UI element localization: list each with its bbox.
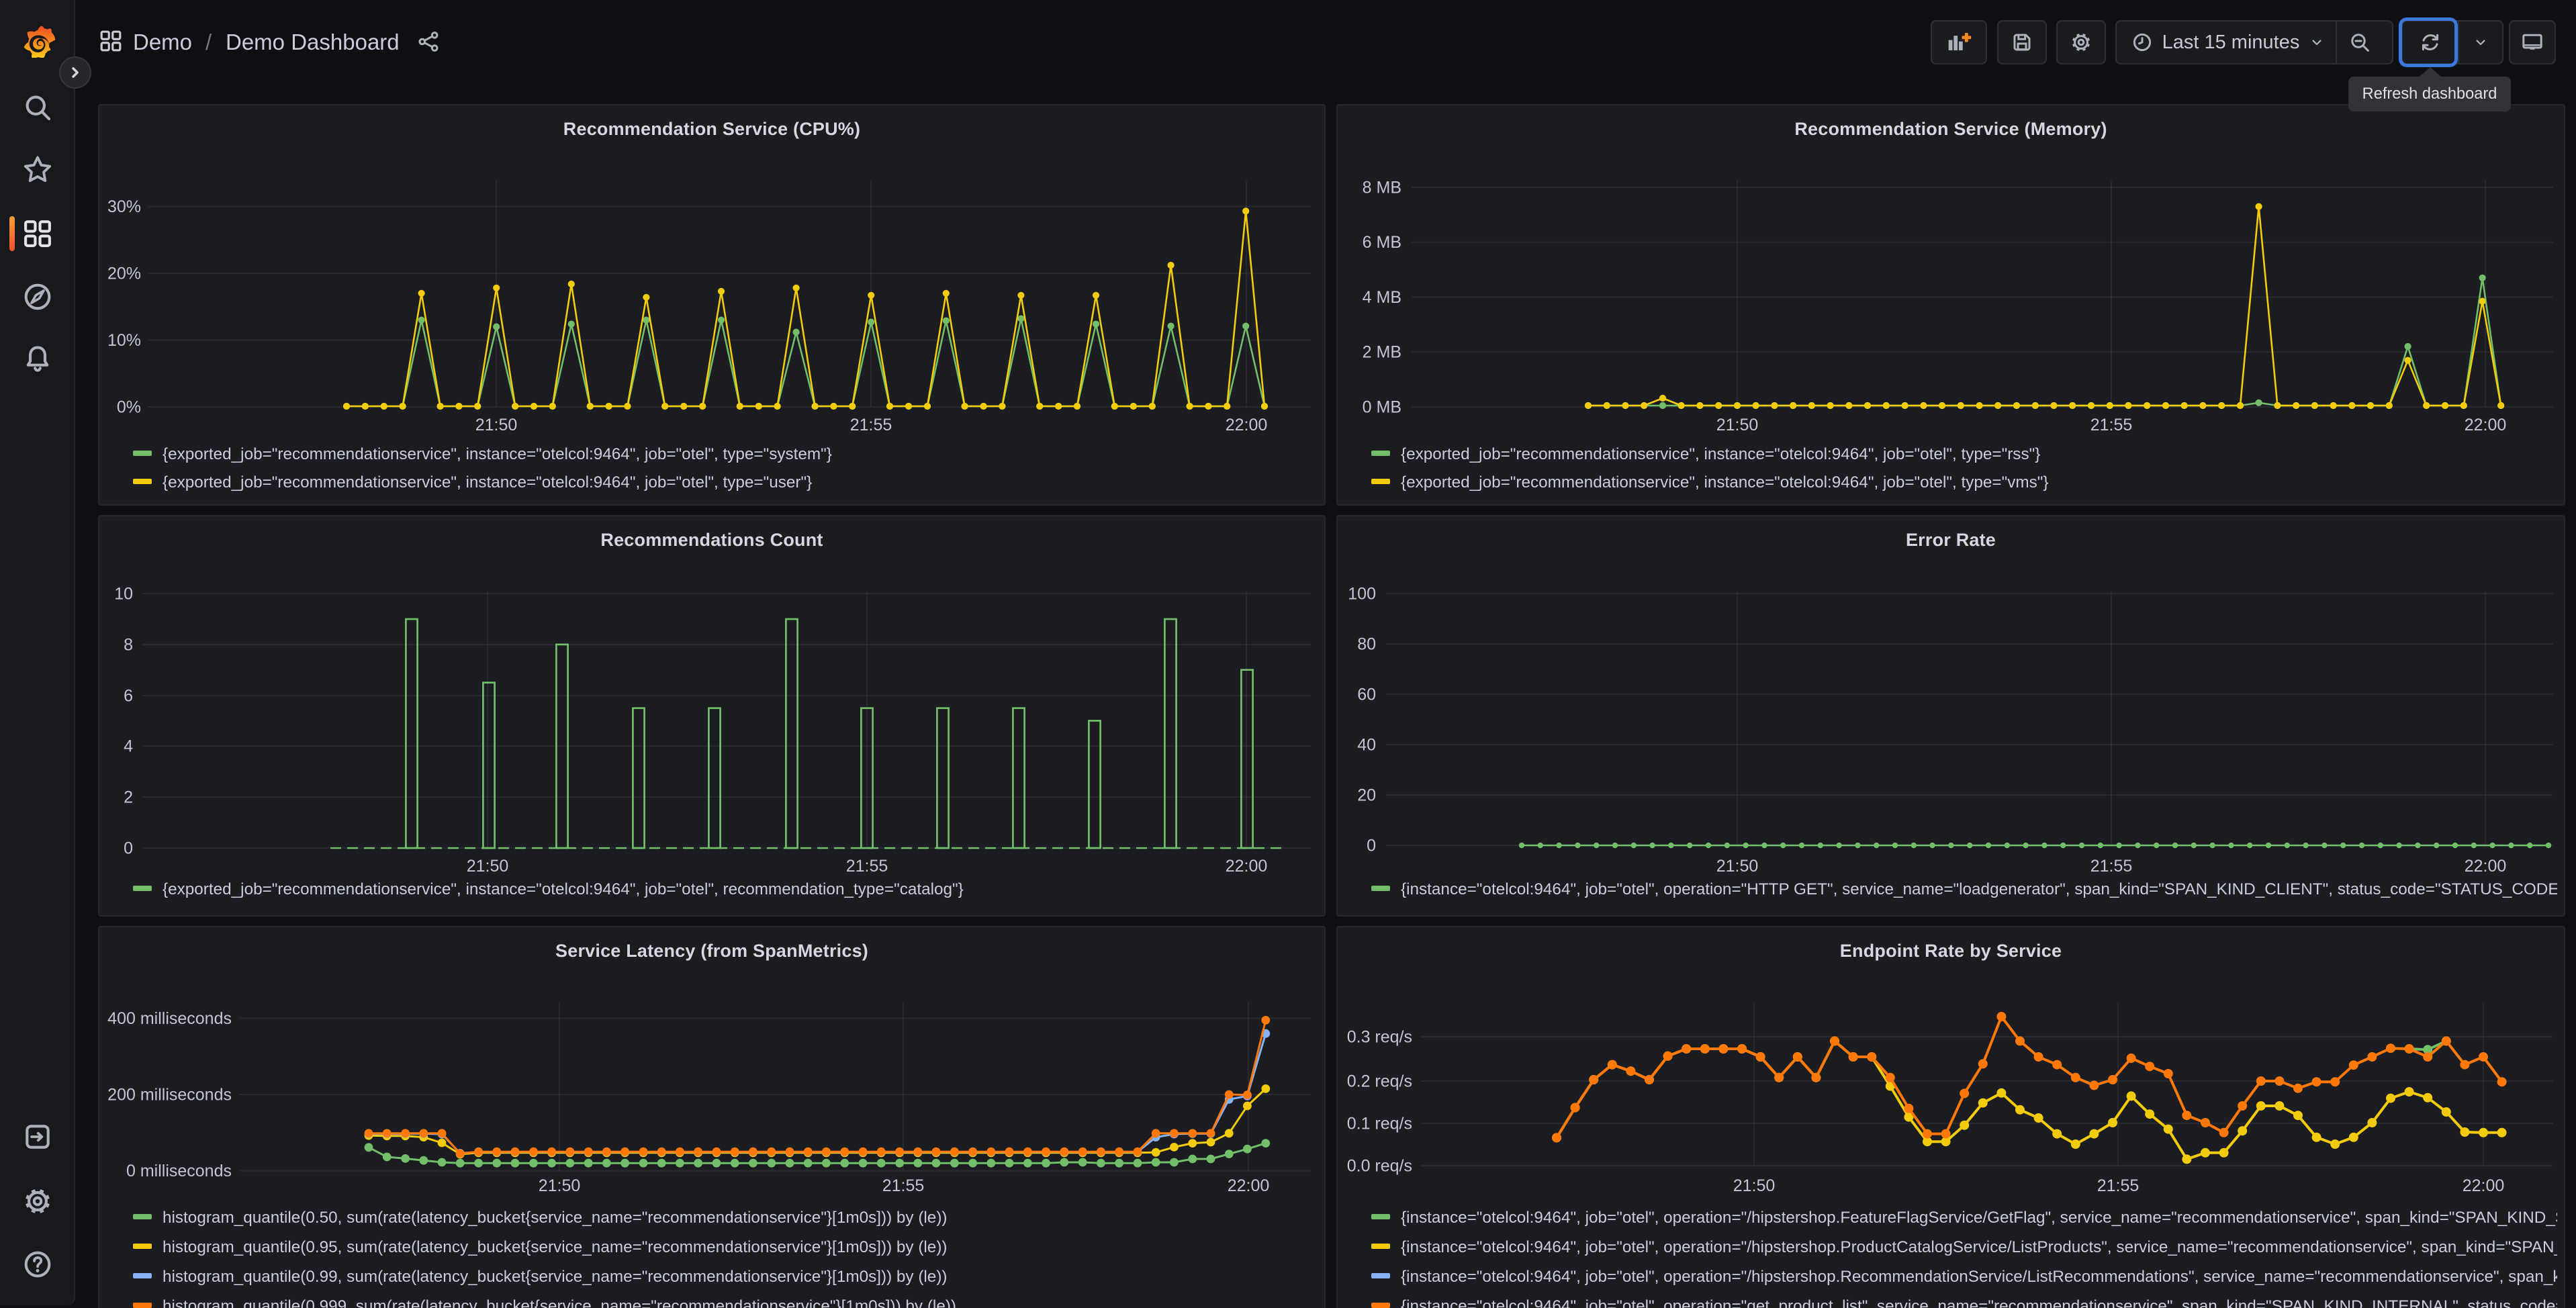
svg-text:0 MB: 0 MB [1363, 398, 1401, 416]
svg-text:21:55: 21:55 [2090, 416, 2133, 434]
svg-text:10: 10 [114, 584, 133, 603]
svg-text:20: 20 [1357, 786, 1376, 804]
svg-text:22:00: 22:00 [1226, 857, 1268, 876]
svg-text:21:50: 21:50 [1716, 416, 1759, 434]
svg-text:0: 0 [1367, 836, 1376, 855]
svg-text:8 MB: 8 MB [1363, 178, 1401, 197]
svg-text:400 milliseconds: 400 milliseconds [107, 1009, 232, 1028]
svg-text:2 MB: 2 MB [1363, 343, 1401, 362]
svg-text:22:00: 22:00 [2465, 857, 2507, 876]
svg-text:0%: 0% [117, 398, 141, 416]
svg-text:20%: 20% [107, 264, 141, 283]
svg-text:21:50: 21:50 [467, 857, 509, 876]
svg-text:40: 40 [1357, 735, 1376, 754]
svg-text:6 MB: 6 MB [1363, 233, 1401, 252]
svg-text:0.2 req/s: 0.2 req/s [1347, 1072, 1412, 1090]
svg-text:8: 8 [124, 635, 133, 654]
svg-text:22:00: 22:00 [1226, 416, 1268, 434]
svg-text:21:55: 21:55 [2097, 1176, 2140, 1195]
svg-text:0.0 req/s: 0.0 req/s [1347, 1156, 1412, 1175]
svg-text:4 MB: 4 MB [1363, 288, 1401, 307]
svg-text:21:55: 21:55 [850, 416, 892, 434]
svg-text:21:55: 21:55 [846, 857, 888, 876]
svg-text:21:50: 21:50 [475, 416, 518, 434]
svg-text:0: 0 [124, 839, 133, 857]
svg-text:0 milliseconds: 0 milliseconds [126, 1162, 232, 1180]
svg-text:22:00: 22:00 [2465, 416, 2507, 434]
svg-text:22:00: 22:00 [2463, 1176, 2505, 1195]
svg-text:10%: 10% [107, 331, 141, 350]
svg-text:60: 60 [1357, 685, 1376, 704]
svg-text:4: 4 [124, 737, 133, 755]
svg-text:100: 100 [1348, 584, 1376, 603]
svg-text:21:55: 21:55 [2090, 857, 2133, 876]
svg-text:2: 2 [124, 788, 133, 806]
svg-text:200 milliseconds: 200 milliseconds [107, 1085, 232, 1104]
svg-text:6: 6 [124, 686, 133, 705]
svg-text:0.3 req/s: 0.3 req/s [1347, 1027, 1412, 1046]
svg-text:0.1 req/s: 0.1 req/s [1347, 1114, 1412, 1133]
svg-text:21:50: 21:50 [1716, 857, 1759, 876]
svg-text:21:50: 21:50 [539, 1176, 581, 1195]
svg-text:30%: 30% [107, 197, 141, 216]
svg-text:22:00: 22:00 [1228, 1176, 1270, 1195]
svg-text:21:55: 21:55 [882, 1176, 925, 1195]
svg-text:80: 80 [1357, 635, 1376, 653]
svg-text:21:50: 21:50 [1733, 1176, 1776, 1195]
